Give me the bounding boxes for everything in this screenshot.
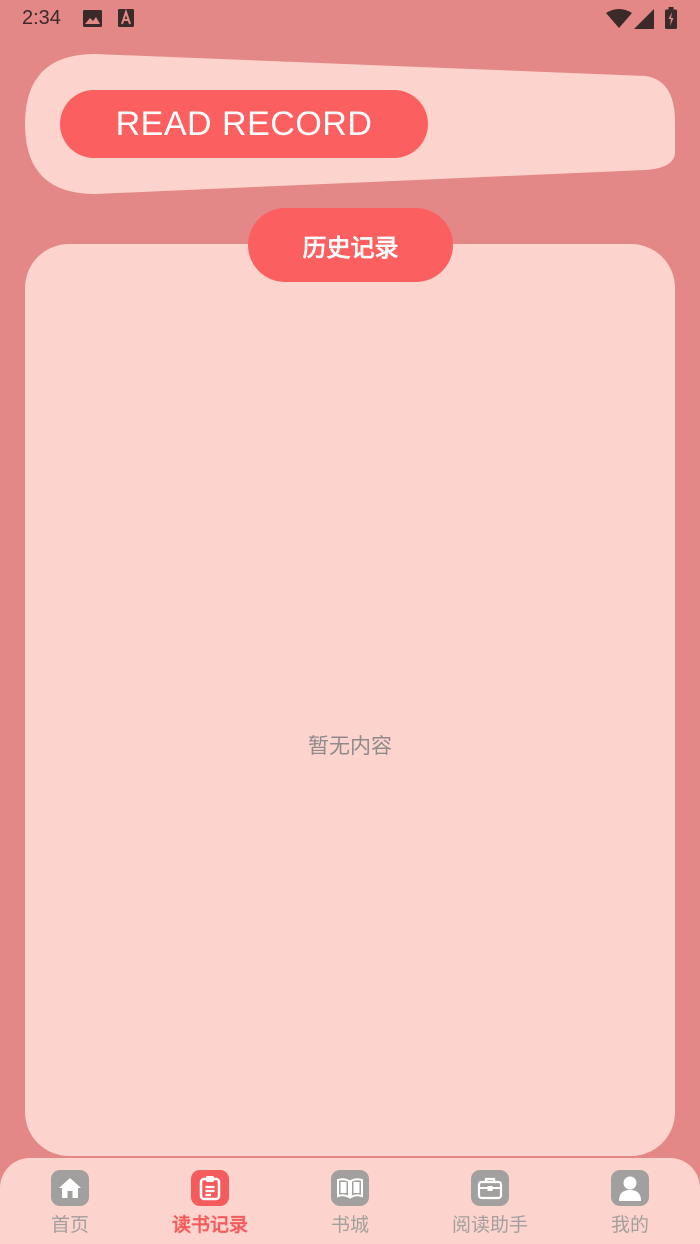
history-card — [25, 244, 675, 1156]
nav-label-reading-record: 读书记录 — [171, 1214, 248, 1236]
nav-item-reading-assistant[interactable]: 阅读助手 — [420, 1158, 560, 1244]
read-record-label: READ RECORD — [115, 104, 373, 143]
image-icon — [83, 10, 102, 27]
home-icon — [51, 1170, 89, 1206]
nav-label-home: 首页 — [50, 1214, 89, 1236]
empty-state-message: 暂无内容 — [308, 734, 392, 758]
nav-label-profile: 我的 — [610, 1214, 649, 1236]
nav-item-profile[interactable]: 我的 — [560, 1158, 700, 1244]
user-icon — [611, 1170, 649, 1206]
book-icon — [331, 1170, 369, 1206]
battery-icon — [665, 7, 677, 29]
history-tab-label: 历史记录 — [302, 233, 399, 262]
status-time: 2:34 — [22, 7, 61, 29]
clipboard-icon — [191, 1170, 229, 1206]
history-tab[interactable]: 历史记录 — [248, 208, 453, 282]
bottom-nav: 首页 读书记录 书城 阅读助手 我的 — [0, 1158, 700, 1244]
read-record-badge: READ RECORD — [60, 90, 428, 158]
nav-label-bookstore: 书城 — [330, 1214, 369, 1236]
nav-item-bookstore[interactable]: 书城 — [280, 1158, 420, 1244]
nav-item-home[interactable]: 首页 — [0, 1158, 140, 1244]
status-bar: 2:34 — [0, 0, 700, 38]
nav-item-reading-record[interactable]: 读书记录 — [140, 1158, 280, 1244]
toolbox-icon — [471, 1170, 509, 1206]
font-a-icon — [118, 9, 134, 27]
wifi-icon — [606, 9, 632, 28]
nav-label-reading-assistant: 阅读助手 — [451, 1214, 528, 1236]
cell-signal-icon — [634, 9, 654, 29]
